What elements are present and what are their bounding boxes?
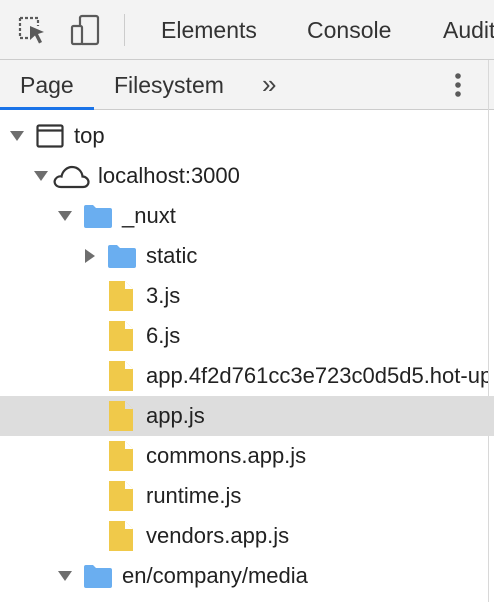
tree-item-label: top [74, 123, 105, 148]
tree-item-domain[interactable]: localhost:3000 [0, 156, 494, 196]
more-tabs-button[interactable]: » [262, 70, 276, 98]
tree-item-folder-media[interactable]: en/company/media [0, 556, 494, 596]
tree-item-file[interactable]: commons.app.js [0, 436, 494, 476]
tab-page[interactable]: Page [20, 72, 74, 98]
tree-item-label: 3.js [146, 283, 181, 308]
tree-item-file[interactable]: runtime.js [0, 476, 494, 516]
inspect-element-icon[interactable] [16, 14, 48, 46]
tab-elements[interactable]: Elements [161, 17, 257, 43]
tree-item-file[interactable]: vendors.app.js [0, 516, 494, 556]
tab-filesystem[interactable]: Filesystem [114, 72, 224, 98]
tree-item-file-selected[interactable]: app.js [0, 396, 494, 436]
tree-item-file[interactable]: app.4f2d761cc3e723c0d5d5.hot-update.js [0, 356, 494, 396]
file-icon [109, 281, 133, 311]
file-tree: top localhost:3000 _nuxt static 3.js 6.j… [0, 116, 494, 596]
file-icon [109, 321, 133, 351]
tree-item-label: commons.app.js [146, 443, 307, 468]
expand-arrow-icon[interactable] [58, 210, 72, 222]
tree-item-label: app.4f2d761cc3e723c0d5d5.hot-update.js [146, 363, 488, 388]
tree-item-label: en/company/media [122, 563, 308, 588]
file-icon [109, 481, 133, 511]
tree-item-label: static [146, 243, 198, 268]
tree-item-label: vendors.app.js [146, 523, 290, 548]
expand-arrow-icon[interactable] [34, 170, 48, 182]
more-options-icon[interactable] [448, 70, 468, 102]
tree-item-label: runtime.js [146, 483, 242, 508]
folder-icon [108, 245, 136, 268]
tab-console[interactable]: Console [307, 17, 391, 43]
file-icon [109, 401, 133, 431]
tree-item-file[interactable]: 3.js [0, 276, 494, 316]
tree-item-label: _nuxt [122, 203, 176, 228]
devtools-toolbar: Elements Console Audits [0, 0, 494, 60]
tree-item-folder-nuxt[interactable]: _nuxt [0, 196, 494, 236]
devtools-sources-panel: Elements Console Audits Page Filesystem … [0, 0, 494, 602]
expand-arrow-icon[interactable] [10, 130, 24, 142]
expand-arrow-icon[interactable] [58, 570, 72, 582]
file-icon [109, 441, 133, 471]
tab-audits[interactable]: Audits [443, 17, 494, 43]
toolbar-separator [124, 14, 125, 46]
tree-item-top[interactable]: top [0, 116, 494, 156]
file-icon [109, 361, 133, 391]
tree-item-label: app.js [146, 403, 205, 428]
folder-icon [84, 565, 112, 588]
file-icon [109, 521, 133, 551]
tree-item-label: 6.js [146, 323, 181, 348]
frame-icon [36, 124, 64, 148]
selected-tab-indicator [0, 107, 94, 110]
folder-icon [84, 205, 112, 228]
collapsed-arrow-icon[interactable] [84, 249, 96, 263]
navigator-tabbar: Page Filesystem » [0, 60, 494, 110]
device-toolbar-icon[interactable] [70, 14, 102, 46]
tree-item-file[interactable]: 6.js [0, 316, 494, 356]
tree-item-label: localhost:3000 [98, 163, 240, 188]
cloud-icon [53, 165, 90, 189]
tree-item-folder-static[interactable]: static [0, 236, 494, 276]
